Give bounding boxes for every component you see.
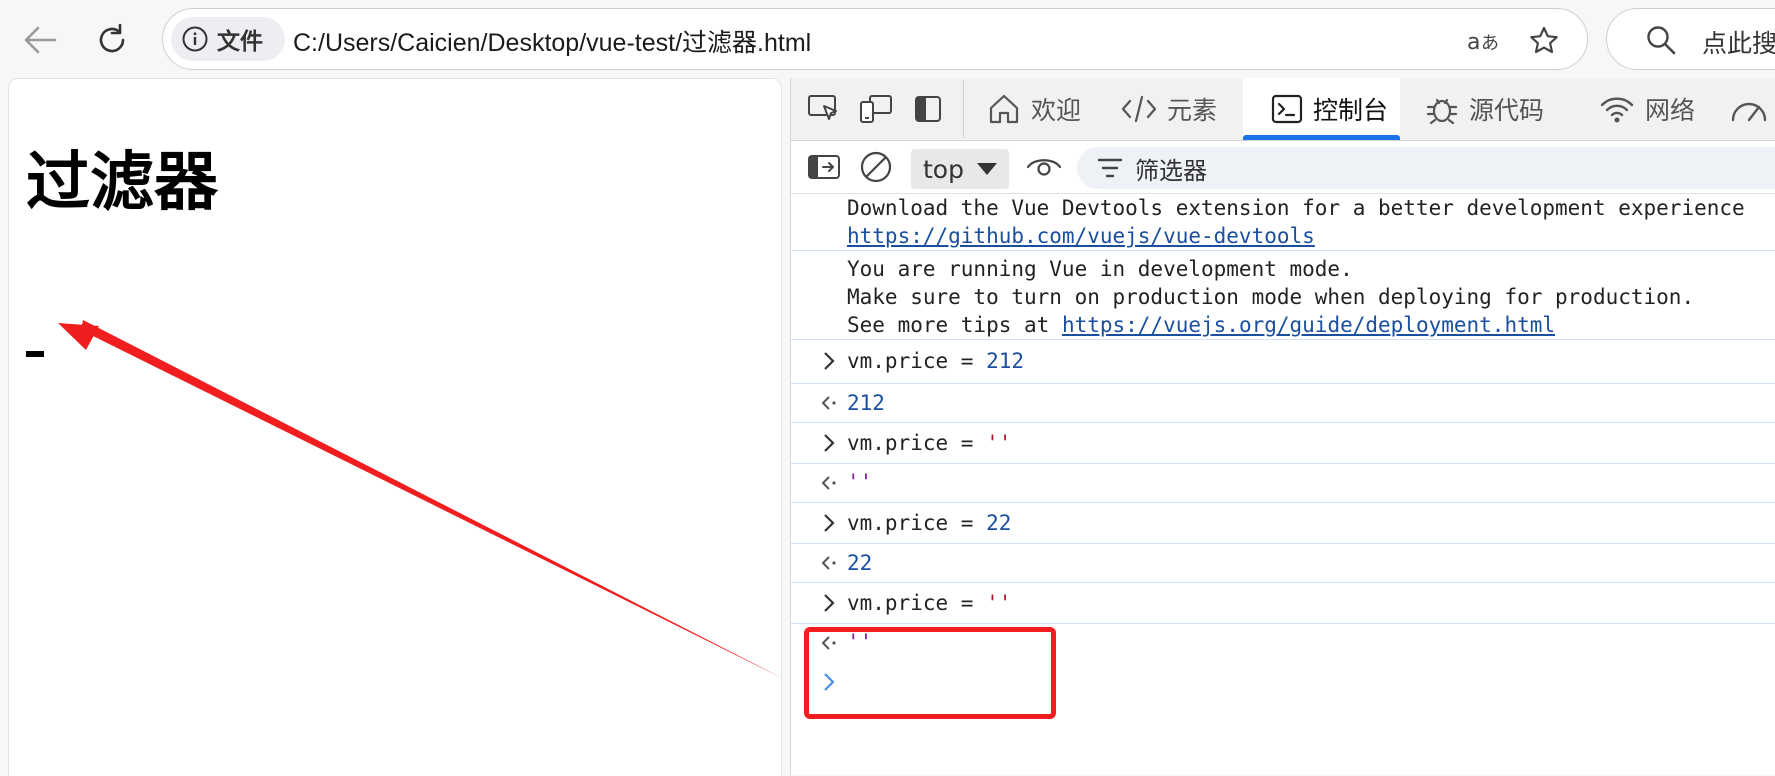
annotation-arrow — [58, 320, 782, 678]
